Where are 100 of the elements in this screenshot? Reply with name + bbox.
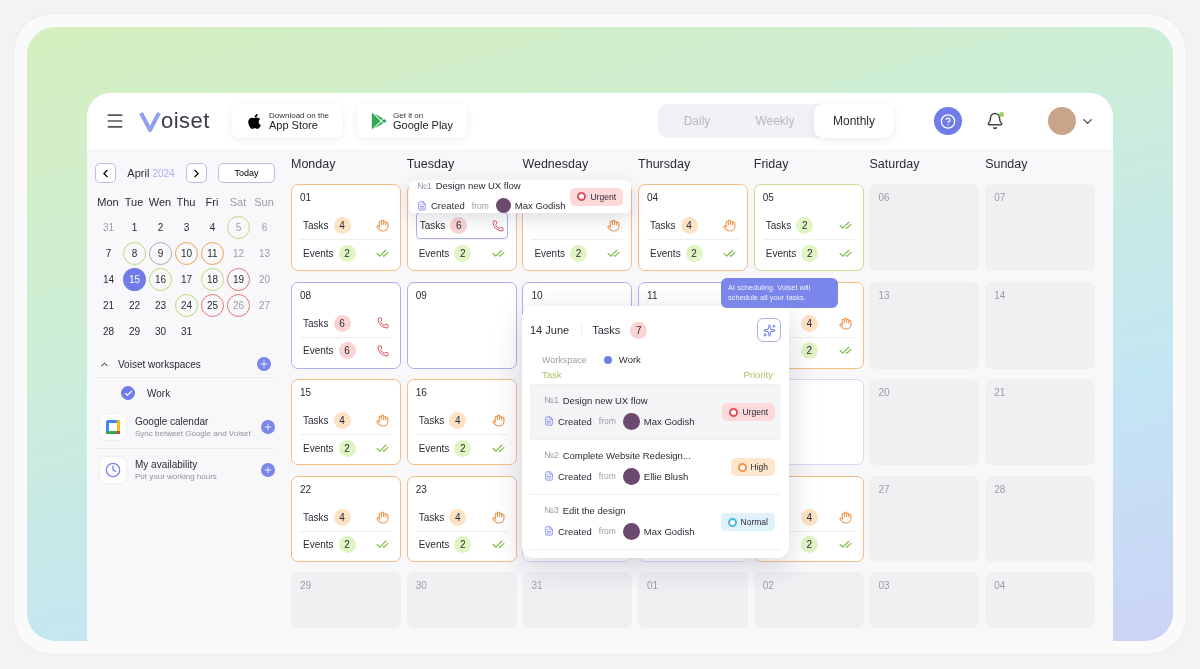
row-label: Events [303,539,334,550]
previous-month-button[interactable] [95,163,116,183]
weekday-label: Sun [253,195,275,210]
calendar-icon [99,413,127,441]
count-badge: 7 [630,321,648,339]
view-tab[interactable]: Monthly [813,104,894,138]
date-button[interactable]: 1 [123,216,146,239]
document-icon [544,471,554,481]
hand-icon [607,219,621,232]
weekday-header: Thursday [638,157,692,171]
document-icon [544,416,554,426]
store-badge[interactable]: Get it on Google Play [357,104,467,138]
row-label: Events [418,442,450,454]
weekday-label: Sat [228,195,248,210]
phone-icon [377,344,389,357]
day-cell[interactable]: 15 Tasks 4 Events 2 [291,379,401,465]
date-button[interactable]: 23 [149,294,172,317]
count-badge: 4 [333,217,351,234]
created-label: Created [558,415,592,427]
day-number: 13 [878,289,891,303]
day-cell[interactable]: 08 Tasks 6 Events 6 [291,281,401,369]
date-button[interactable]: 25 [201,294,224,317]
date-button[interactable]: 15 [123,268,146,291]
document-icon [544,526,554,536]
date-button[interactable]: 31 [175,320,198,343]
column-header: Priority [743,369,773,380]
row-label: Tasks [650,220,676,231]
day-number: 03 [878,580,891,593]
add-button[interactable] [261,463,275,477]
add-button[interactable] [261,420,275,434]
date-button[interactable]: 2 [149,216,172,239]
store-badge[interactable]: Download on the App Store [232,104,344,138]
row-label: Tasks [418,415,445,426]
day-cell[interactable]: 01 Tasks 4 Events 2 [291,184,401,271]
date-button[interactable]: 7 [97,242,120,265]
weekday-label: Mon [96,195,120,210]
day-number: 01 [647,580,660,593]
count-badge: 2 [454,439,472,457]
row-label: Tasks [303,415,329,426]
day-cell[interactable]: 16 Tasks 4 Events 2 [406,379,517,465]
weekday-label: Fri [204,195,220,210]
row-label: Tasks [418,511,445,523]
count-badge: 6 [338,342,356,359]
day-cell[interactable]: 22 Tasks 4 Events 2 [291,475,401,562]
checkbox[interactable] [121,386,135,400]
day-cell[interactable]: 04 Tasks 4 Events 2 [638,184,749,271]
date-button[interactable]: 22 [123,294,146,317]
day-number: 02 [762,580,775,593]
date-button[interactable]: 21 [97,294,120,317]
count-badge: 2 [800,342,818,359]
count-badge: 4 [449,508,467,526]
popup-date: 14 June [530,324,583,336]
count-badge: 2 [454,536,472,553]
badge-caption: Download on the [269,111,330,120]
sparkles-icon [762,323,776,337]
day-number: 05 [762,192,775,205]
row-label: Events [303,442,334,454]
row-label: Tasks [765,220,792,231]
double-check-icon [838,219,852,232]
date-button[interactable]: 29 [123,320,146,343]
count-badge: 2 [569,244,587,262]
avatar [622,522,640,540]
notifications-button[interactable] [986,112,1004,130]
hand-icon [376,219,389,232]
task-row[interactable]: №1 Design new UX flow Created from Max Godish Urgent [530,385,781,440]
dragged-task-popup[interactable]: №1 Design new UX flow Created from Max Godish Urgent [409,180,631,213]
day-number: 14 [994,289,1007,303]
date-button[interactable]: 14 [97,268,120,291]
day-cell[interactable]: 09 [406,281,517,369]
profile-menu-button[interactable] [1048,107,1095,135]
date-button[interactable]: 28 [97,320,120,343]
next-month-button[interactable] [186,163,207,183]
apple-icon [246,112,263,130]
count-badge: 4 [333,412,351,429]
task-number: №2 [544,450,559,460]
add-button[interactable] [257,357,271,371]
today-button[interactable]: Today [218,163,275,183]
date-button[interactable]: 17 [175,268,198,291]
count-badge: 2 [685,244,703,262]
weekday-header: Sunday [985,157,1029,171]
date-button[interactable]: 30 [149,320,172,343]
help-button[interactable] [934,107,962,135]
ai-scheduling-button[interactable] [757,318,781,342]
hand-icon [838,510,852,524]
day-cell[interactable]: 23 Tasks 4 Events 2 [406,475,517,562]
row-label: Events [303,247,334,259]
day-number: 16 [415,387,428,400]
day-number: 06 [878,192,891,205]
avatar [622,467,640,485]
date-button[interactable]: 3 [175,216,198,239]
integration-subtitle: Sync betweet Google and Voiset [135,428,252,439]
count-badge: 2 [800,536,818,553]
double-check-icon [376,538,389,551]
day-cell[interactable]: 05 Tasks 2 Events 2 [753,184,864,271]
badge-title: App Store [269,119,318,131]
day-number: 04 [647,192,660,205]
row-label: Events [534,247,565,259]
day-number: 21 [994,387,1007,400]
date-button[interactable]: 4 [201,216,224,239]
menu-icon[interactable] [105,111,125,131]
